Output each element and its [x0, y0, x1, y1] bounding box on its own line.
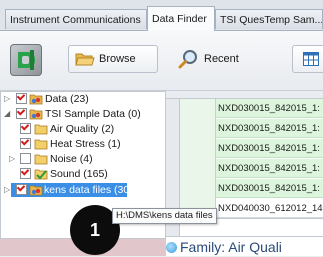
- checkbox[interactable]: [20, 123, 31, 134]
- grid-header: [166, 91, 323, 99]
- tree-item-label: Data (23): [45, 93, 89, 105]
- folder-icon: [34, 154, 48, 165]
- folder-data-icon: [29, 109, 43, 120]
- table-row[interactable]: NXD030015_842015_1:: [216, 139, 323, 158]
- expander-collapsed-icon[interactable]: ▷: [9, 155, 17, 163]
- expander-collapsed-icon[interactable]: ▷: [4, 95, 12, 103]
- table-row[interactable]: NXD030015_842015_1:: [216, 119, 323, 138]
- expander-collapsed-icon[interactable]: ▷: [4, 186, 12, 194]
- tree-item-label: kens data files (30): [44, 184, 133, 196]
- file-grid: NXD030015_842015_1: NXD030015_842015_1: …: [166, 91, 323, 256]
- tab-tsi-questemp[interactable]: TSI QuesTemp Sam...: [215, 9, 323, 29]
- folder-open-icon: [75, 53, 95, 66]
- folder-icon: [34, 139, 48, 150]
- grid-column: [180, 99, 216, 217]
- folder-data-icon: [29, 94, 43, 105]
- tab-bar: Instrument Communications Data Finder TS…: [0, 0, 323, 31]
- recent-label: Recent: [204, 53, 239, 65]
- calendar-grid-icon: [303, 52, 319, 66]
- path-tooltip: H:\DMS\kens data files: [112, 208, 217, 224]
- magnifier-icon: [178, 50, 197, 69]
- tab-data-finder[interactable]: Data Finder: [147, 6, 215, 31]
- recent-button[interactable]: Recent: [172, 45, 260, 73]
- folder-check-icon: [34, 169, 48, 180]
- tree-item-label: TSI Sample Data (0): [45, 108, 141, 120]
- table-row[interactable]: NXD040030_612012_14: [216, 199, 323, 218]
- folder-data-icon: [29, 185, 43, 196]
- group-family-label: Family: Air Quali: [180, 239, 282, 255]
- checkbox[interactable]: [16, 93, 27, 104]
- calendar-grid-button[interactable]: [292, 45, 323, 73]
- toolbar: Browse Recent: [0, 31, 323, 91]
- tree-item-label: Noise (4): [50, 153, 93, 165]
- checkbox[interactable]: [16, 108, 27, 119]
- tab-instrument-communications[interactable]: Instrument Communications: [5, 9, 147, 29]
- checkbox[interactable]: [20, 168, 31, 179]
- browse-label: Browse: [99, 53, 136, 65]
- table-row[interactable]: NXD030015_842015_1:: [216, 159, 323, 178]
- datafinder-logo-icon[interactable]: [10, 44, 42, 76]
- tree-item-label: Air Quality (2): [50, 123, 115, 135]
- expander-expanded-icon[interactable]: ◢: [4, 110, 12, 118]
- checkbox[interactable]: [20, 153, 31, 164]
- table-row[interactable]: NXD030015_842015_1:: [216, 99, 323, 118]
- checkbox[interactable]: [16, 184, 27, 195]
- tree-item-label: Heat Stress (1): [50, 138, 121, 150]
- browse-button[interactable]: Browse: [68, 45, 158, 73]
- table-row[interactable]: NXD030015_842015_1:: [216, 179, 323, 198]
- folder-icon: [34, 124, 48, 135]
- group-expand-icon[interactable]: [166, 242, 177, 253]
- checkbox[interactable]: [20, 138, 31, 149]
- tree-item-label: Sound (165): [50, 168, 108, 180]
